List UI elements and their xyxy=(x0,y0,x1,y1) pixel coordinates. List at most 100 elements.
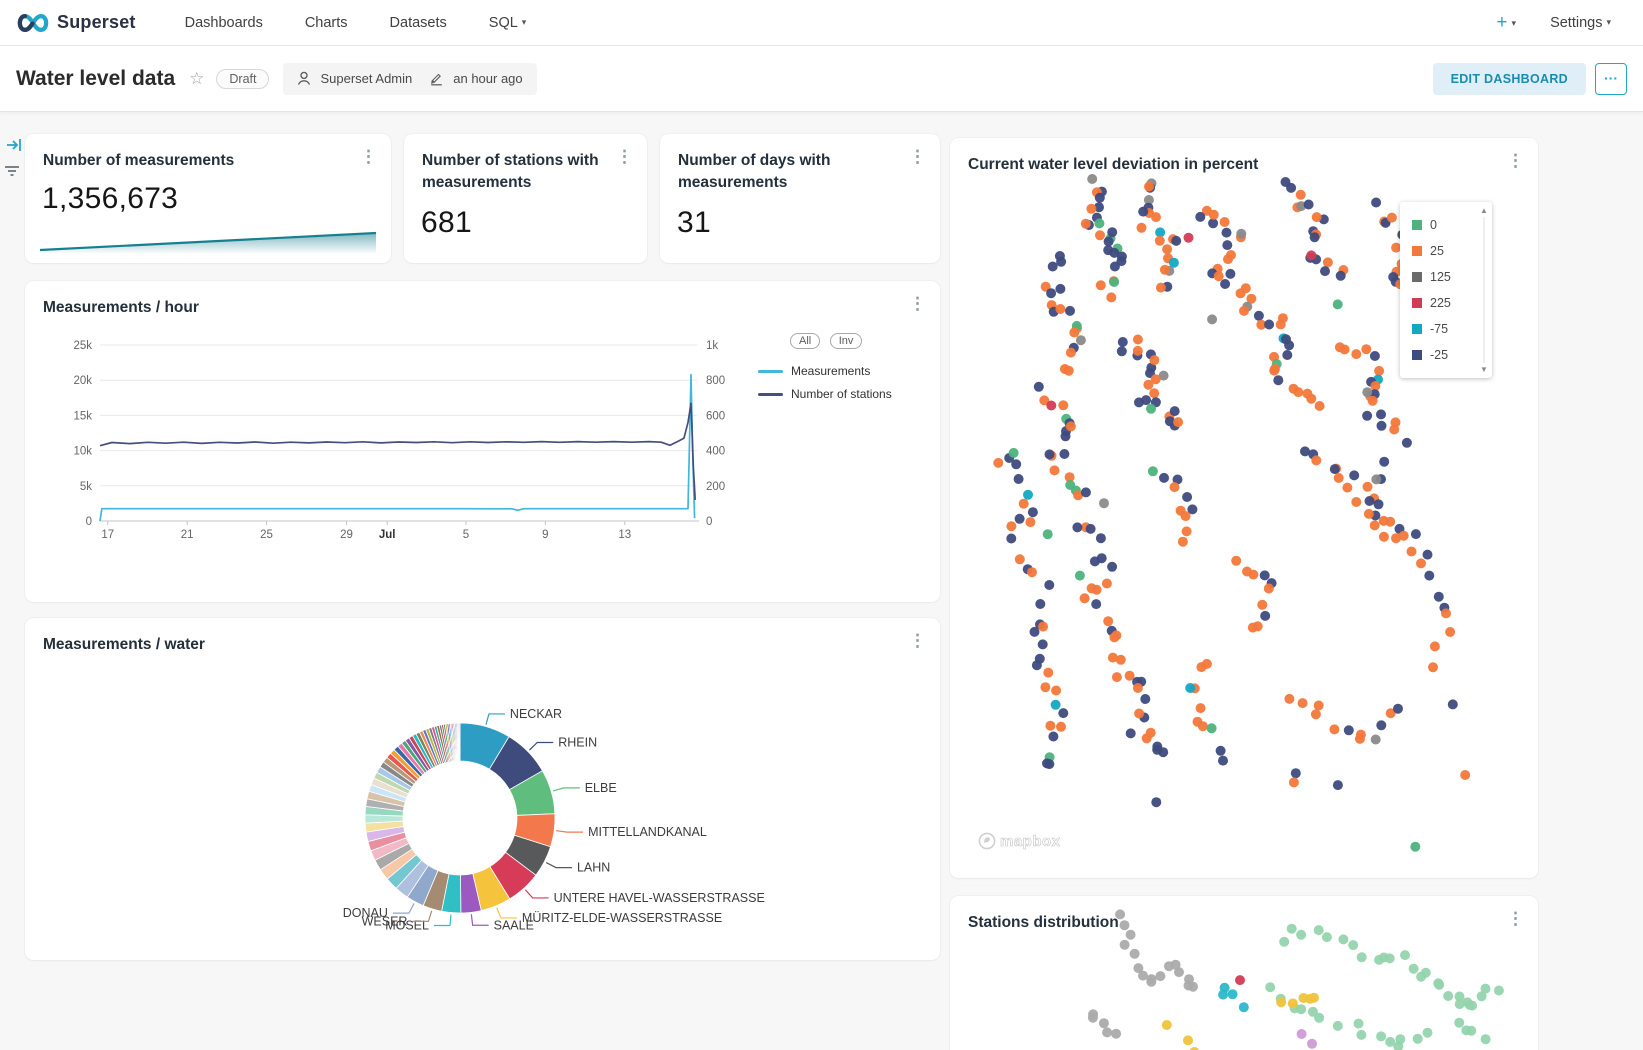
user-icon xyxy=(297,71,311,86)
legend-item[interactable]: -25 xyxy=(1412,342,1484,368)
map-dot xyxy=(1312,212,1322,222)
map-dot xyxy=(1096,533,1106,543)
map-dot xyxy=(1044,580,1054,590)
label-leader-line xyxy=(556,831,583,832)
map-dot xyxy=(1330,464,1340,474)
y-left-tick: 20k xyxy=(73,375,92,387)
map-dot xyxy=(1371,735,1381,745)
status-badge: Draft xyxy=(216,69,269,89)
map-dot xyxy=(1143,380,1153,390)
legend-inv-button[interactable]: Inv xyxy=(830,333,863,349)
map-dot xyxy=(1348,940,1358,950)
map-dot xyxy=(1140,694,1150,704)
map-dot xyxy=(1225,269,1235,279)
scroll-up-icon[interactable]: ▲ xyxy=(1480,206,1488,215)
map-dot xyxy=(1323,257,1333,267)
legend-all-button[interactable]: All xyxy=(790,333,820,349)
map-dot xyxy=(1170,482,1180,492)
map-dot xyxy=(1107,562,1117,572)
map-dot xyxy=(1043,529,1053,539)
legend-swatch xyxy=(758,393,783,396)
favorite-star-icon[interactable]: ☆ xyxy=(189,69,204,89)
map-dot xyxy=(1158,747,1168,757)
map-dot xyxy=(1410,842,1420,852)
legend-label: -25 xyxy=(1430,348,1448,362)
nav-dashboards[interactable]: Dashboards xyxy=(185,15,263,31)
map-dot xyxy=(1120,920,1130,930)
y-right-tick: 600 xyxy=(706,410,725,422)
map-dot xyxy=(1209,210,1219,220)
map-dot xyxy=(1014,474,1024,484)
map-dot xyxy=(1087,583,1097,593)
filter-icon[interactable] xyxy=(4,164,20,183)
new-item-button[interactable]: +▾ xyxy=(1496,12,1516,34)
label-leader-line xyxy=(553,788,580,791)
map-dot xyxy=(1075,571,1085,581)
legend-item[interactable]: 0 xyxy=(1412,212,1484,238)
map-dot xyxy=(1048,732,1058,742)
kebab-menu-icon[interactable]: ⋮ xyxy=(909,148,926,165)
map-dot xyxy=(1038,639,1048,649)
legend-item[interactable]: 225 xyxy=(1412,290,1484,316)
hour-chart-panel: Measurements / hour ⋮ 005k20010k40015k60… xyxy=(25,281,940,602)
map-dot xyxy=(1015,514,1025,524)
y-left-tick: 15k xyxy=(73,410,92,422)
map-dot xyxy=(1370,351,1380,361)
map-dot xyxy=(1126,728,1136,738)
nav-datasets[interactable]: Datasets xyxy=(390,15,447,31)
edit-dashboard-button[interactable]: EDIT DASHBOARD xyxy=(1433,63,1586,95)
scroll-down-icon[interactable]: ▼ xyxy=(1480,365,1488,374)
map-dot xyxy=(1156,283,1166,293)
kebab-menu-icon[interactable]: ⋮ xyxy=(909,295,926,312)
legend-item-stations[interactable]: Number of stations xyxy=(758,387,892,401)
kebab-menu-icon[interactable]: ⋮ xyxy=(616,148,633,165)
map-dot xyxy=(1183,1035,1193,1045)
map-dot xyxy=(1181,511,1191,521)
map-dot xyxy=(1066,421,1076,431)
map-dot xyxy=(1460,770,1470,780)
map-dot xyxy=(1376,409,1386,419)
settings-menu[interactable]: Settings▾ xyxy=(1550,15,1611,31)
legend-item[interactable]: 125 xyxy=(1412,264,1484,290)
kebab-menu-icon[interactable]: ⋮ xyxy=(909,632,926,649)
stations-canvas[interactable] xyxy=(950,896,1538,1050)
more-options-button[interactable]: ··· xyxy=(1595,63,1627,95)
map-dot xyxy=(1428,662,1438,672)
y-right-tick: 0 xyxy=(706,516,712,528)
kebab-menu-icon[interactable]: ⋮ xyxy=(360,148,377,165)
hour-chart-canvas: 005k20010k40015k60020k80025k1k17212529Ju… xyxy=(25,281,940,602)
map-dot xyxy=(1109,632,1119,642)
map-dot xyxy=(1174,967,1184,977)
superset-logo[interactable]: Superset xyxy=(16,12,136,34)
map-dot xyxy=(1310,232,1320,242)
map-dot xyxy=(1481,1034,1491,1044)
map-dot xyxy=(1162,244,1172,254)
map-dot xyxy=(1095,193,1105,203)
map-dot xyxy=(1144,182,1154,192)
nav-charts[interactable]: Charts xyxy=(305,15,348,31)
map-dot xyxy=(1296,930,1306,940)
legend-swatch xyxy=(758,370,783,373)
map-dot xyxy=(1297,1029,1307,1039)
legend-item[interactable]: 25 xyxy=(1412,238,1484,264)
map-dot xyxy=(1342,483,1352,493)
legend-item[interactable]: -75 xyxy=(1412,316,1484,342)
map-dot xyxy=(1046,401,1056,411)
map-dot xyxy=(1421,968,1431,978)
legend-item-measurements[interactable]: Measurements xyxy=(758,364,892,378)
mapbox-attribution[interactable]: mapbox xyxy=(978,832,1061,850)
dashboard-header: Water level data ☆ Draft Superset Admin … xyxy=(0,46,1643,112)
map-dot xyxy=(1351,349,1361,359)
map-dot xyxy=(1102,1027,1112,1037)
map-dot xyxy=(1374,366,1384,376)
x-tick-label: 9 xyxy=(542,529,548,541)
map-dot xyxy=(1333,299,1343,309)
map-dot xyxy=(1362,411,1372,421)
expand-filter-bar-icon[interactable] xyxy=(6,138,22,157)
map-dot xyxy=(1376,720,1386,730)
nav-sql[interactable]: SQL▾ xyxy=(489,15,527,31)
map-dot xyxy=(1056,722,1066,732)
map-dot xyxy=(1282,350,1292,360)
legend-scrollbar[interactable]: ▲ ▼ xyxy=(1478,206,1490,374)
map-dot xyxy=(1371,474,1381,484)
